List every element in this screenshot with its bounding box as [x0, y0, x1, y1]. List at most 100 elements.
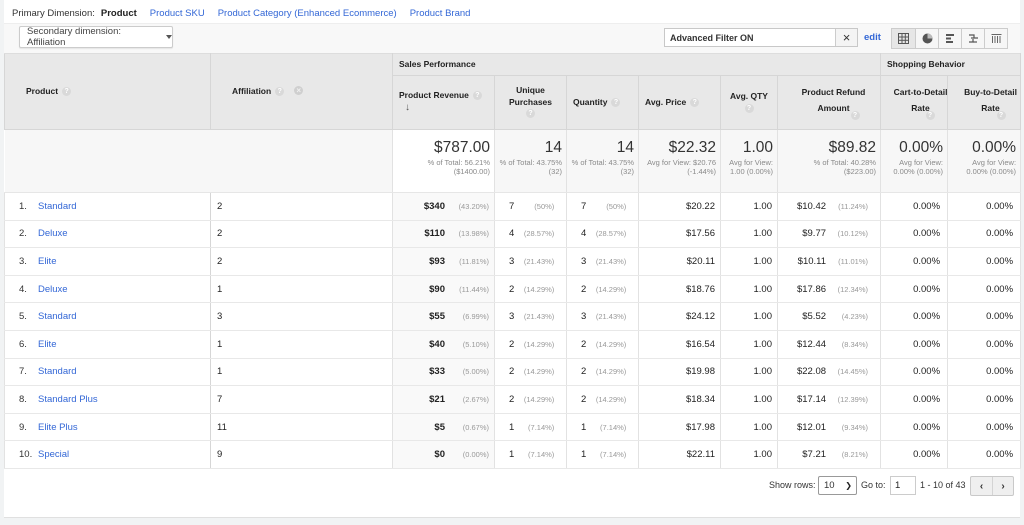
show-rows-label: Show rows: — [769, 480, 816, 490]
totals-blank — [4, 129, 211, 193]
product-cell: 8. Standard Plus — [4, 385, 211, 414]
table-row: 9. Elite Plus 11 $5 (0.67%) 1 (7.14%) 1 (7.14%) $… — [4, 413, 1022, 442]
pie-view-button[interactable] — [915, 29, 938, 48]
help-icon[interactable]: ? — [744, 103, 754, 113]
product-link[interactable]: Special — [38, 449, 69, 460]
performance-view-button[interactable] — [938, 29, 961, 48]
buy-to-detail-cell: 0.00% — [947, 192, 1022, 221]
buy-to-detail-cell: 0.00% — [947, 302, 1022, 331]
refund-amount-cell: $17.86 (12.34%) — [776, 275, 882, 304]
column-header-buy-to-detail-rate[interactable]: Buy-to-Detail Rate? — [947, 75, 1022, 130]
buy-to-detail-cell: 0.00% — [947, 385, 1022, 414]
avg-qty-cell: 1.00 — [720, 275, 778, 304]
table-row: 8. Standard Plus 7 $21 (2.67%) 2 (14.29%) 2 (14.… — [4, 385, 1022, 414]
primary-dimension-product-category[interactable]: Product Category (Enhanced Ecommerce) — [218, 8, 397, 19]
column-header-product[interactable]: Product? — [4, 53, 211, 130]
product-link[interactable]: Standard Plus — [38, 394, 98, 405]
report-table: Product? Affiliation? × Sales Performance… — [4, 53, 1022, 469]
column-header-cart-to-detail-rate[interactable]: Cart-to-Detail Rate? — [880, 75, 949, 130]
unique-purchases-cell: 1 (7.14%) — [494, 440, 567, 469]
cart-to-detail-cell: 0.00% — [880, 192, 949, 221]
pagination: Show rows: 10 ❯ Go to: 1 - 10 of 43 ‹ › — [4, 476, 1020, 496]
edit-filter-link[interactable]: edit — [864, 32, 881, 43]
help-icon[interactable]: ? — [690, 98, 700, 108]
group-header-shopping-behavior: Shopping Behavior — [880, 53, 1022, 76]
product-link[interactable]: Elite Plus — [38, 422, 78, 433]
refund-amount-cell: $12.01 (9.34%) — [776, 413, 882, 442]
comparison-view-button[interactable] — [961, 29, 984, 48]
help-icon[interactable]: ? — [611, 98, 621, 108]
primary-dimension-product-brand[interactable]: Product Brand — [410, 8, 471, 19]
product-link[interactable]: Elite — [38, 339, 56, 350]
avg-qty-cell: 1.00 — [720, 358, 778, 387]
total-unique-purchases: 14% of Total: 43.75% (32) — [494, 129, 567, 193]
quantity-cell: 1 (7.14%) — [566, 440, 639, 469]
help-icon[interactable]: ? — [850, 110, 860, 120]
buy-to-detail-cell: 0.00% — [947, 413, 1022, 442]
filter-input[interactable] — [665, 29, 835, 46]
primary-dimension-product-sku[interactable]: Product SKU — [150, 8, 205, 19]
help-icon[interactable]: ? — [996, 110, 1006, 120]
affiliation-cell: 2 — [210, 247, 393, 276]
table-view-button[interactable] — [892, 29, 915, 48]
product-link[interactable]: Standard — [38, 366, 77, 377]
cart-to-detail-cell: 0.00% — [880, 358, 949, 387]
secondary-dimension-dropdown[interactable]: Secondary dimension: Affiliation — [19, 26, 173, 48]
product-cell: 1. Standard — [4, 192, 211, 221]
unique-purchases-cell: 2 (14.29%) — [494, 330, 567, 359]
total-product-revenue: $787.00% of Total: 56.21% ($1400.00) — [392, 129, 495, 193]
cart-to-detail-cell: 0.00% — [880, 220, 949, 249]
page-nav: ‹ › — [970, 476, 1014, 496]
product-link[interactable]: Standard — [38, 201, 77, 212]
row-index: 2. — [19, 228, 27, 240]
show-rows-select[interactable]: 10 ❯ — [818, 476, 857, 495]
sort-descending-icon[interactable]: ↓ — [405, 101, 410, 115]
column-header-avg-price[interactable]: Avg. Price? — [638, 75, 721, 130]
column-header-unique-purchases[interactable]: Unique Purchases? — [494, 75, 567, 130]
help-icon[interactable]: ? — [526, 109, 535, 119]
avg-qty-cell: 1.00 — [720, 440, 778, 469]
previous-page-button[interactable]: ‹ — [971, 477, 992, 495]
row-index: 6. — [19, 338, 27, 350]
affiliation-cell: 1 — [210, 358, 393, 387]
primary-dimension-current: Product — [100, 7, 137, 27]
table-row: 7. Standard 1 $33 (5.00%) 2 (14.29%) 2 (14.29%) $… — [4, 358, 1022, 387]
unique-purchases-cell: 3 (21.43%) — [494, 247, 567, 276]
refund-amount-cell: $10.42 (11.24%) — [776, 192, 882, 221]
help-icon[interactable]: ? — [925, 110, 935, 120]
product-revenue-cell: $90 (11.44%) — [392, 275, 495, 304]
avg-price-cell: $17.56 — [638, 220, 721, 249]
help-icon[interactable]: ? — [472, 91, 482, 101]
column-header-affiliation[interactable]: Affiliation? × — [210, 53, 393, 130]
product-revenue-cell: $340 (43.20%) — [392, 192, 495, 221]
table-row: 2. Deluxe 2 $110 (13.98%) 4 (28.57%) 4 (28.57%) $… — [4, 220, 1022, 249]
product-link[interactable]: Standard — [38, 311, 77, 322]
avg-qty-cell: 1.00 — [720, 413, 778, 442]
column-header-product-refund-amount[interactable]: Product Refund Amount? — [776, 75, 882, 130]
goto-page-input[interactable] — [890, 476, 916, 495]
quantity-cell: 7 (50%) — [566, 192, 639, 221]
help-icon[interactable]: ? — [275, 87, 285, 97]
column-header-avg-qty[interactable]: Avg. QTY? — [720, 75, 778, 130]
total-product-refund-amount: $89.82% of Total: 40.28% ($223.00) — [776, 129, 882, 193]
product-revenue-cell: $33 (5.00%) — [392, 358, 495, 387]
product-revenue-cell: $40 (5.10%) — [392, 330, 495, 359]
affiliation-cell: 11 — [210, 413, 393, 442]
avg-price-cell: $20.11 — [638, 247, 721, 276]
product-link[interactable]: Elite — [38, 256, 56, 267]
column-header-quantity[interactable]: Quantity? — [566, 75, 639, 130]
quantity-cell: 2 (14.29%) — [566, 330, 639, 359]
next-page-button[interactable]: › — [992, 477, 1013, 495]
row-index: 5. — [19, 311, 27, 323]
help-icon[interactable]: ? — [62, 87, 72, 97]
pivot-view-button[interactable] — [984, 29, 1007, 48]
quantity-cell: 2 (14.29%) — [566, 385, 639, 414]
product-cell: 10. Special — [4, 440, 211, 469]
remove-secondary-dimension-icon[interactable]: × — [294, 85, 304, 95]
total-avg-price: $22.32 Avg for View: $20.76 (-1.44%) — [638, 129, 721, 193]
product-link[interactable]: Deluxe — [38, 284, 68, 295]
clear-filter-icon[interactable]: × — [835, 29, 857, 46]
column-header-product-revenue[interactable]: Product Revenue ?↓ — [392, 75, 495, 130]
product-link[interactable]: Deluxe — [38, 228, 68, 239]
total-cart-to-detail-rate: 0.00% Avg for View: 0.00% (0.00%) — [880, 129, 949, 193]
